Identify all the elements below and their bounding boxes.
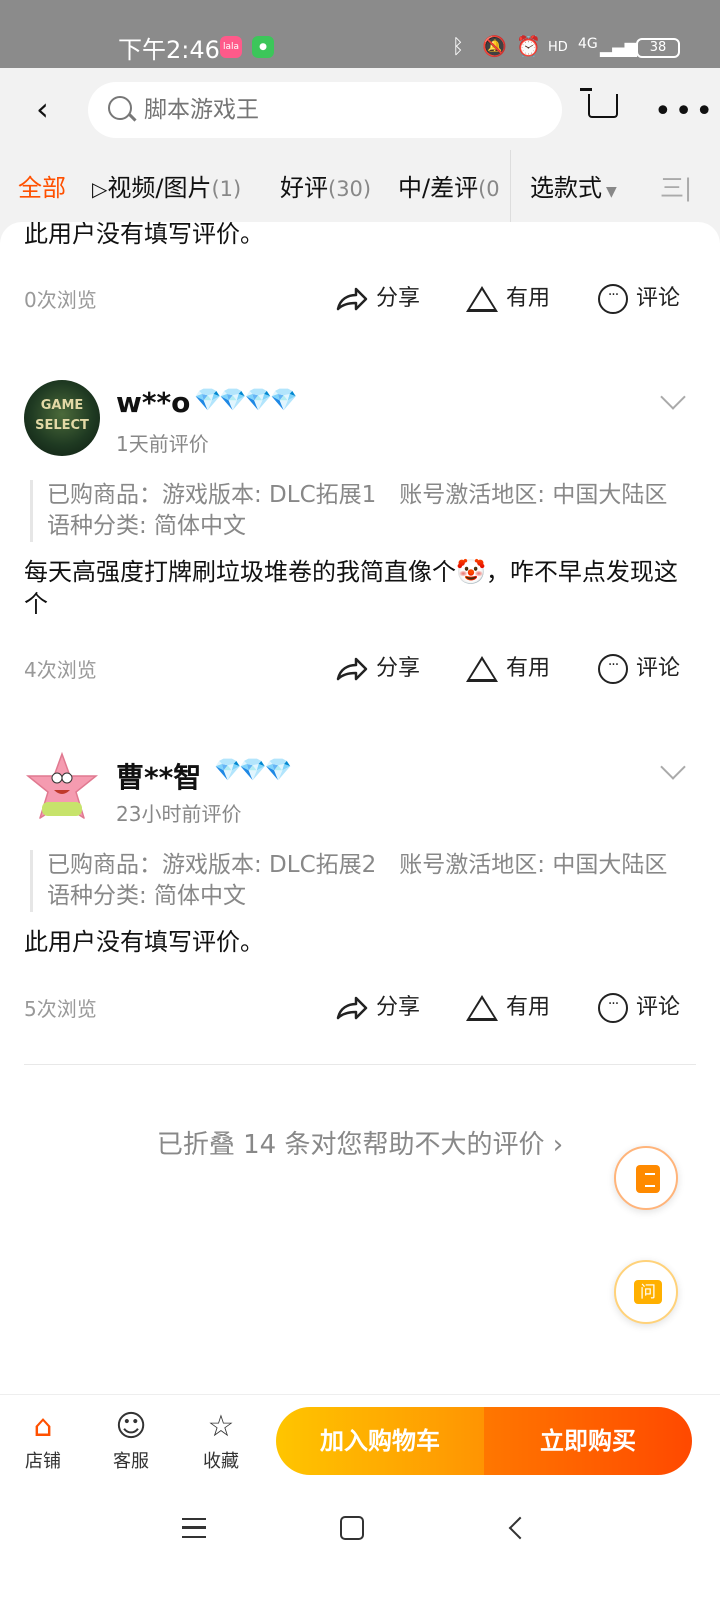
- status-bar: 下午2:46 lala ● ᛒ 🔕 ⏰ HD 4G ▂▄▆ 38: [0, 0, 720, 68]
- comment-button[interactable]: ··· 评论: [598, 650, 680, 684]
- patrick-star-icon: [25, 751, 99, 820]
- useful-button[interactable]: 有用: [466, 280, 550, 312]
- dropdown-caret-icon: ▼: [606, 184, 617, 200]
- mute-icon: 🔕: [482, 34, 507, 58]
- filter-list-icon[interactable]: 三|: [660, 168, 692, 203]
- divider: [24, 1064, 696, 1065]
- ask-question-fab[interactable]: 问: [614, 1260, 678, 1324]
- review-list: 此用户没有填写评价。 0次浏览 分享 有用 ··· 评论 GAME SELECT …: [0, 222, 720, 1422]
- comment-button[interactable]: ··· 评论: [598, 989, 680, 1023]
- useful-button[interactable]: 有用: [466, 989, 550, 1021]
- play-icon: ▷: [92, 177, 108, 201]
- tab-divider: [510, 150, 511, 222]
- comment-icon: ···: [598, 284, 628, 314]
- view-count: 0次浏览: [24, 288, 97, 312]
- share-button[interactable]: 分享: [334, 650, 420, 683]
- review-text: 此用户没有填写评价。: [24, 928, 264, 956]
- chevron-down-icon[interactable]: [660, 754, 686, 780]
- customer-service-button[interactable]: ☺ 客服: [96, 1407, 166, 1473]
- favorite-button[interactable]: ☆ 收藏: [186, 1407, 256, 1473]
- status-time: 下午2:46: [118, 36, 220, 64]
- chevron-right-icon: ›: [552, 1130, 564, 1160]
- store-icon: ⌂: [33, 1409, 53, 1444]
- search-bar[interactable]: [88, 82, 562, 138]
- chevron-down-icon[interactable]: [660, 384, 686, 410]
- back-icon[interactable]: [508, 1516, 532, 1540]
- share-button[interactable]: 分享: [334, 989, 420, 1022]
- folded-reviews-link[interactable]: 已折叠 14 条对您帮助不大的评价 ›: [0, 1124, 720, 1161]
- lala-app-icon: lala: [220, 36, 242, 58]
- service-icon: ☺: [115, 1409, 147, 1444]
- avatar[interactable]: [24, 750, 100, 826]
- document-icon: [636, 1165, 660, 1193]
- useful-button[interactable]: 有用: [466, 650, 550, 682]
- review-time: 23小时前评价: [116, 802, 242, 826]
- tab-good-reviews[interactable]: 好评(30): [280, 168, 371, 203]
- network-label: 4G: [578, 36, 598, 52]
- purchased-sku: 已购商品：游戏版本: DLC拓展2 账号激活地区: 中国大陆区 语种分类: 简体…: [30, 850, 690, 912]
- review-time: 1天前评价: [116, 432, 209, 456]
- search-header: ‹ •••: [0, 68, 720, 150]
- more-icon[interactable]: •••: [654, 94, 716, 129]
- share-icon: [334, 655, 368, 683]
- store-button[interactable]: ⌂ 店铺: [8, 1407, 78, 1473]
- bluetooth-icon: ᛒ: [452, 34, 464, 58]
- signal-icon: ▂▄▆: [600, 38, 637, 57]
- diamond-level-icon: 💎💎💎💎: [194, 388, 298, 413]
- purchased-sku: 已购商品：游戏版本: DLC拓展1 账号激活地区: 中国大陆区 语种分类: 简体…: [30, 480, 690, 542]
- search-input[interactable]: [144, 82, 544, 138]
- back-arrow-icon[interactable]: ‹: [36, 90, 49, 128]
- alarm-icon: ⏰: [516, 34, 541, 58]
- share-icon: [334, 285, 368, 313]
- tab-bad-reviews[interactable]: 中/差评(0: [398, 168, 506, 203]
- view-count: 5次浏览: [24, 997, 97, 1021]
- diamond-level-icon: 💎💎💎: [214, 758, 292, 783]
- reviewer-name: 曹**智: [116, 761, 202, 794]
- wechat-app-icon: ●: [252, 36, 274, 58]
- comment-icon: ···: [598, 993, 628, 1023]
- question-icon: 问: [634, 1280, 662, 1304]
- useful-icon: [466, 995, 498, 1021]
- buy-now-button[interactable]: 立即购买: [484, 1407, 692, 1475]
- useful-icon: [466, 286, 498, 312]
- share-button[interactable]: 分享: [334, 280, 420, 313]
- review-filter-tabs: 全部 ▷视频/图片(1) 好评(30) 中/差评(0 选款式 ▼ 三|: [0, 150, 720, 222]
- view-count: 4次浏览: [24, 658, 97, 682]
- reviewer-name: w**o: [116, 386, 191, 419]
- home-icon[interactable]: [340, 1516, 364, 1540]
- star-icon: ☆: [207, 1409, 235, 1444]
- comment-icon: ···: [598, 654, 628, 684]
- review-text: 此用户没有填写评价。: [24, 222, 264, 248]
- avatar[interactable]: GAME SELECT: [24, 380, 100, 456]
- comment-button[interactable]: ··· 评论: [598, 280, 680, 314]
- tab-all[interactable]: 全部: [18, 168, 66, 203]
- battery-icon: 38: [636, 38, 680, 58]
- review-text: 每天高强度打牌刷垃圾堆卷的我简直像个🤡，咋不早点发现这个: [24, 558, 678, 618]
- add-to-cart-button[interactable]: 加入购物车: [276, 1407, 484, 1475]
- share-icon: [334, 994, 368, 1022]
- cart-icon[interactable]: [580, 88, 618, 118]
- search-icon: [108, 96, 132, 120]
- tab-video-image[interactable]: ▷视频/图片(1): [92, 168, 241, 203]
- bottom-action-bar: ⌂ 店铺 ☺ 客服 ☆ 收藏 加入购物车 立即购买: [0, 1394, 720, 1490]
- review-list-fab[interactable]: [614, 1146, 678, 1210]
- useful-icon: [466, 656, 498, 682]
- menu-icon[interactable]: [182, 1518, 206, 1538]
- hd-icon: HD: [548, 40, 568, 55]
- style-select-dropdown[interactable]: 选款式 ▼: [530, 168, 617, 203]
- system-nav-bar: [0, 1490, 720, 1600]
